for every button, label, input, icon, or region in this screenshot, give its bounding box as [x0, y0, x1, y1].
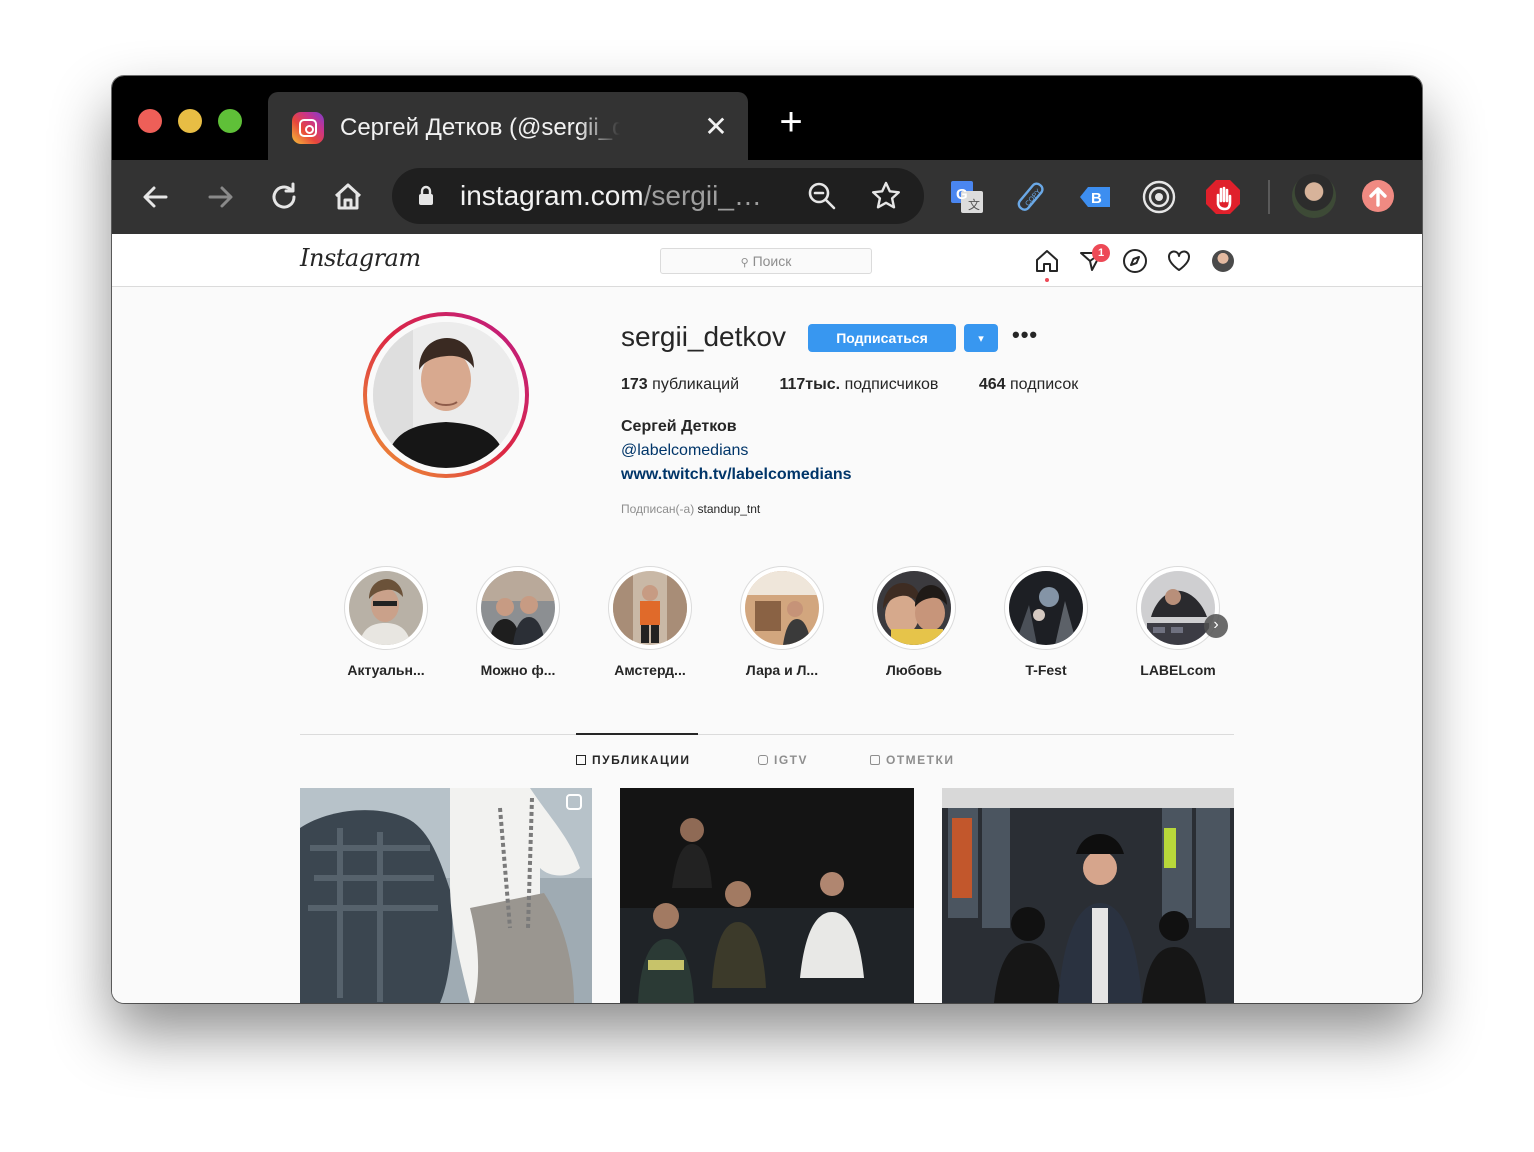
igtv-icon	[758, 755, 768, 765]
notification-badge: 1	[1092, 244, 1110, 262]
home-active-dot	[1045, 278, 1049, 282]
story-highlight[interactable]: Лара и Л...	[732, 566, 832, 686]
search-input[interactable]: ⚲ Поиск	[660, 248, 872, 274]
target-extension-icon[interactable]	[1140, 178, 1178, 216]
search-icon: ⚲	[740, 257, 749, 269]
tabs-divider	[300, 734, 1234, 735]
grid-icon	[576, 755, 586, 765]
toolbar-separator	[1268, 180, 1270, 214]
ig-header: Instagram ⚲ Поиск 1	[112, 234, 1422, 287]
story-highlight[interactable]: Амстерд...	[600, 566, 700, 686]
follow-button[interactable]: Подписаться	[808, 324, 956, 352]
instagram-logo[interactable]: Instagram	[300, 244, 421, 272]
story-highlight-label: Амстерд...	[614, 662, 686, 678]
forward-icon[interactable]	[200, 177, 240, 217]
profile-avatar[interactable]	[1292, 174, 1336, 218]
post-thumbnail[interactable]	[300, 788, 592, 1003]
tab-close-button[interactable]: ✕	[704, 112, 728, 144]
story-highlight-label: Актуальн...	[347, 662, 425, 678]
google-translate-icon[interactable]: G 文	[948, 178, 986, 216]
story-highlight-label: Можно ф...	[480, 662, 556, 678]
browser-tab[interactable]: Сергей Детков (@sergii_detkov) • Фото и …	[268, 92, 748, 160]
profile-full-name: Сергей Детков	[621, 418, 737, 435]
explore-compass-icon[interactable]	[1122, 248, 1148, 274]
story-highlight-label: LABELcom	[1140, 662, 1216, 678]
profile-stats: 173 публикаций 117тыс. подписчиков 464 п…	[621, 376, 1078, 394]
adblock-hand-icon[interactable]	[1204, 178, 1242, 216]
svg-text:G: G	[956, 186, 968, 203]
story-highlight-label: Лара и Л...	[745, 662, 819, 678]
zoom-out-icon[interactable]	[806, 180, 838, 212]
home-nav-icon[interactable]	[1034, 248, 1060, 274]
browser-window: Сергей Детков (@sergii_detkov) • Фото и …	[112, 76, 1422, 1003]
instagram-page: Instagram ⚲ Поиск 1 sergii_detkov Подпис…	[112, 234, 1422, 1003]
story-highlight[interactable]: Можно ф...	[468, 566, 568, 686]
update-icon[interactable]	[1360, 178, 1396, 214]
following-stat[interactable]: 464 подписок	[979, 376, 1078, 393]
zoom-window-button[interactable]	[218, 109, 242, 133]
close-window-button[interactable]	[138, 109, 162, 133]
home-icon[interactable]	[328, 177, 368, 217]
url-host: instagram.com	[460, 180, 644, 211]
reload-icon[interactable]	[264, 177, 304, 217]
instagram-favicon-icon	[292, 112, 324, 144]
tab-bar: Сергей Детков (@sergii_detkov) • Фото и …	[112, 76, 1422, 160]
tab-tagged[interactable]: ОТМЕТКИ	[870, 753, 954, 767]
tab-title: Сергей Детков (@sergii_detkov) • Фото и …	[340, 114, 620, 141]
minimize-window-button[interactable]	[178, 109, 202, 133]
story-highlight[interactable]: Актуальн...	[336, 566, 436, 686]
suggested-dropdown-button[interactable]: ▾	[964, 324, 998, 352]
followers-stat[interactable]: 117тыс. подписчиков	[779, 376, 938, 393]
profile-website-link[interactable]: www.twitch.tv/labelcomedians	[621, 466, 852, 484]
new-tab-button[interactable]: +	[774, 102, 808, 142]
story-highlight-label: T-Fest	[1025, 662, 1067, 678]
more-options-button[interactable]: •••	[1012, 324, 1037, 352]
lock-icon[interactable]	[414, 184, 438, 208]
story-highlight[interactable]: Любовь	[864, 566, 964, 686]
back-icon[interactable]	[136, 177, 176, 217]
profile-avatar-ring[interactable]	[363, 312, 529, 478]
search-placeholder: Поиск	[752, 253, 792, 269]
tab-posts[interactable]: ПУБЛИКАЦИИ	[576, 753, 690, 767]
tag-extension-icon[interactable]: B	[1076, 178, 1114, 216]
post-thumbnail[interactable]	[942, 788, 1234, 1003]
svg-text:B: B	[1091, 190, 1102, 207]
tagged-icon	[870, 755, 880, 765]
profile-photo	[373, 322, 519, 468]
story-highlight[interactable]: T-Fest	[996, 566, 1096, 686]
bio-mention-link[interactable]: @labelcomedians	[621, 442, 748, 460]
story-highlight-label: Любовь	[885, 662, 942, 678]
profile-nav-avatar[interactable]	[1212, 250, 1234, 272]
browser-toolbar: instagram.com/sergii_… G 文 COPY B	[112, 160, 1422, 234]
active-tab-indicator	[576, 733, 698, 735]
profile-username: sergii_detkov	[621, 321, 786, 352]
posts-stat: 173 публикаций	[621, 376, 740, 393]
copy-pin-icon[interactable]: COPY	[1012, 178, 1050, 216]
svg-text:文: 文	[968, 197, 980, 212]
tab-igtv[interactable]: IGTV	[758, 753, 808, 767]
url-path: /sergii_…	[643, 180, 762, 211]
url-text: instagram.com/sergii_…	[460, 180, 762, 212]
address-bar[interactable]: instagram.com/sergii_…	[392, 168, 924, 224]
bookmark-star-icon[interactable]	[870, 180, 902, 212]
post-thumbnail[interactable]	[620, 788, 914, 1003]
activity-heart-icon[interactable]	[1166, 248, 1192, 274]
highlights-next-arrow-icon[interactable]: ›	[1204, 614, 1228, 638]
igtv-badge-icon	[566, 794, 582, 810]
followed-by-text[interactable]: Подписан(-а) standup_tnt	[621, 502, 760, 516]
